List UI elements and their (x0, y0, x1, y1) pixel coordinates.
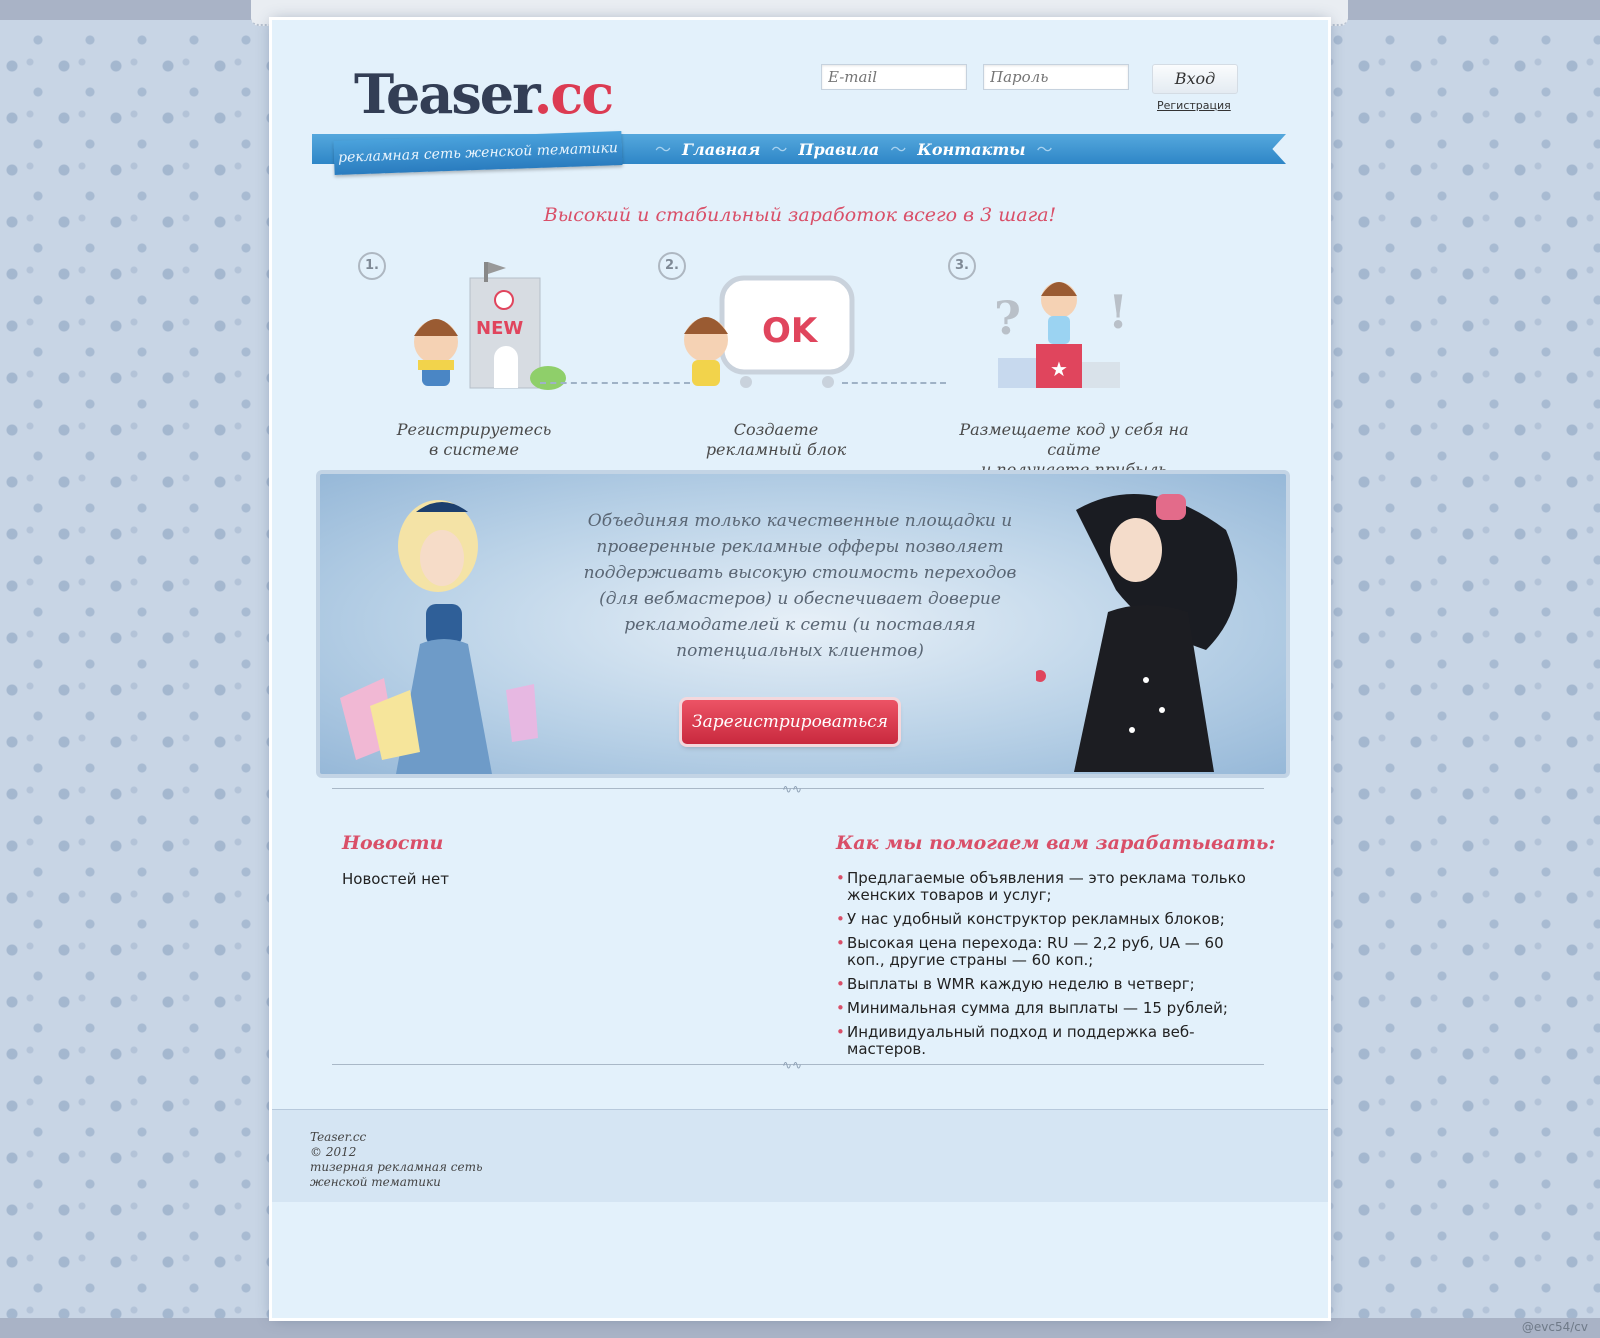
site-logo[interactable]: Teaser.cc (354, 62, 615, 126)
list-item: У нас удобный конструктор рекламных блок… (836, 911, 1256, 929)
site-footer: Teaser.cc © 2012 тизерная рекламная сеть… (272, 1109, 1328, 1202)
list-item: Индивидуальный подход и поддержка веб-ма… (836, 1024, 1256, 1058)
news-title: Новости (342, 832, 444, 854)
svg-text:NEW: NEW (476, 318, 523, 339)
news-empty-text: Новостей нет (342, 870, 449, 888)
register-link[interactable]: Регистрация (1157, 99, 1231, 112)
svg-text:OK: OK (762, 311, 819, 351)
nav-separator-icon: 〜 (654, 140, 671, 159)
nav-separator-icon: 〜 (890, 140, 907, 159)
ok-board-illustration-icon: OK (684, 275, 855, 388)
list-item: Высокая цена перехода: RU — 2,2 руб, UA … (836, 935, 1256, 969)
watermark: @evc54/cv (1521, 1320, 1588, 1334)
step-number: 3. (948, 252, 976, 280)
footer-info: Teaser.cc © 2012 тизерная рекламная сеть… (310, 1130, 483, 1190)
nav-item-rules[interactable]: Правила (798, 140, 879, 160)
nav-separator-icon: 〜 (1036, 140, 1053, 159)
section-divider: ∿∿ (332, 782, 1264, 796)
footer-site-name: Teaser.cc (310, 1130, 367, 1144)
list-item: Выплаты в WMR каждую неделю в четверг; (836, 976, 1256, 994)
svg-text:?: ? (994, 291, 1021, 345)
svg-text:!: ! (1108, 285, 1128, 339)
promo-banner: Объединяя только качественные площадки и… (316, 470, 1290, 778)
section-divider: ∿∿ (332, 1058, 1264, 1072)
step-connector (540, 382, 690, 384)
email-field[interactable] (821, 64, 967, 90)
divider-ornament-icon: ∿∿ (782, 1058, 803, 1072)
nav-item-contacts[interactable]: Контакты (917, 140, 1025, 160)
register-button[interactable]: Зарегистрироваться (682, 700, 898, 744)
login-button[interactable]: Вход (1152, 64, 1238, 94)
step-caption: Создаете рекламный блок (705, 420, 847, 459)
nav-separator-icon: 〜 (771, 140, 788, 159)
logo-text: Teaser (354, 62, 536, 126)
footer-description: тизерная рекламная сеть (310, 1160, 483, 1174)
blonde-girl-illustration-icon (340, 500, 538, 774)
banner-text: Объединяя только качественные площадки и… (583, 511, 1017, 661)
podium-illustration-icon: ? ! ★ (994, 282, 1128, 388)
step-connector (842, 382, 946, 384)
bottom-strip (0, 1318, 1600, 1338)
logo-domain: .cc (533, 62, 615, 126)
page-container: Teaser.cc Вход Регистрация рекламная сет… (272, 20, 1328, 1318)
footer-copyright: © 2012 (310, 1145, 357, 1159)
register-illustration-icon: NEW (414, 262, 566, 390)
main-nav: 〜 Главная 〜 Правила 〜 Контакты 〜 (644, 140, 1064, 160)
list-item: Предлагаемые объявления — это реклама то… (836, 870, 1256, 904)
svg-text:★: ★ (1050, 357, 1068, 381)
divider-ornament-icon: ∿∿ (782, 782, 803, 796)
password-field[interactable] (983, 64, 1129, 90)
help-title: Как мы помогаем вам зарабатывать: (836, 832, 1276, 854)
steps-headline: Высокий и стабильный заработок всего в 3… (543, 204, 1057, 226)
step-caption: Регистрируетесь в системе (396, 420, 552, 459)
help-list: Предлагаемые объявления — это реклама то… (836, 870, 1256, 1065)
nav-item-home[interactable]: Главная (682, 140, 760, 160)
footer-description: женской тематики (310, 1175, 441, 1189)
list-item: Минимальная сумма для выплаты — 15 рубле… (836, 1000, 1256, 1018)
brunette-girl-illustration-icon (1036, 494, 1238, 772)
